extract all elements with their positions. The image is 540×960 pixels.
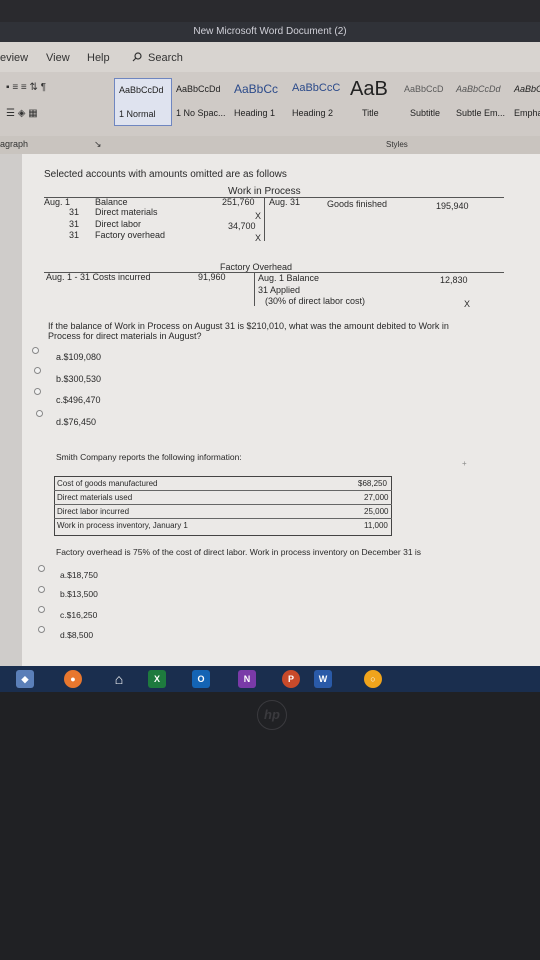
table-row-label: Cost of goods manufactured bbox=[57, 479, 158, 488]
onenote-icon[interactable]: N bbox=[238, 670, 256, 688]
wip-direct-labor: Direct labor bbox=[95, 219, 142, 229]
wip-goods-finished: Goods finished bbox=[327, 199, 388, 209]
style-subtitle[interactable]: AaBbCcD Subtitle bbox=[400, 78, 452, 124]
ribbon: ▪ ≡ ≡ ⇅ ¶ ☰ ◈ ▦ AaBbCcDd 1 Normal AaBbCc… bbox=[0, 72, 540, 136]
q1-text-line1: If the balance of Work in Process on Aug… bbox=[48, 321, 449, 331]
menu-bar: eview View Help Search bbox=[0, 42, 540, 72]
style-heading-1[interactable]: AaBbCc Heading 1 bbox=[230, 78, 288, 124]
q2-option-a[interactable]: a.$18,750 bbox=[60, 570, 98, 580]
table-row-label: Direct labor incurred bbox=[57, 507, 130, 516]
outlook-icon[interactable]: O bbox=[192, 670, 210, 688]
q1-option-d[interactable]: d.$76,450 bbox=[56, 417, 96, 427]
q1-radio-b[interactable] bbox=[34, 367, 41, 374]
menu-view[interactable]: View bbox=[46, 52, 70, 64]
wip-dm-amount: X bbox=[255, 211, 262, 221]
style-no-spacing[interactable]: AaBbCcDd 1 No Spac... bbox=[172, 78, 230, 124]
q2-text: Factory overhead is 75% of the cost of d… bbox=[56, 547, 422, 557]
document-page[interactable]: Selected accounts with amounts omitted a… bbox=[22, 154, 540, 666]
table-row-rule bbox=[54, 518, 392, 519]
q1-radio-c[interactable] bbox=[34, 388, 41, 395]
intro-text: Selected accounts with amounts omitted a… bbox=[44, 169, 287, 180]
window-title: New Microsoft Word Document (2) bbox=[0, 22, 540, 42]
word-icon[interactable]: W bbox=[314, 670, 332, 688]
wip-balance-amount: 251,760 bbox=[222, 197, 255, 207]
style-normal[interactable]: AaBbCcDd 1 Normal bbox=[114, 78, 172, 126]
wip-fo-amount: X bbox=[255, 233, 262, 243]
q1-radio-d[interactable] bbox=[36, 410, 43, 417]
table-row-rule bbox=[54, 504, 392, 505]
search-icon[interactable] bbox=[132, 52, 142, 65]
paragraph-tools: ▪ ≡ ≡ ⇅ ¶ ☰ ◈ ▦ bbox=[2, 78, 112, 128]
firefox-icon[interactable]: ● bbox=[64, 670, 82, 688]
q2-radio-c[interactable] bbox=[38, 606, 45, 613]
foh-applied-note: (30% of direct labor cost) bbox=[265, 296, 366, 306]
wip-date-31a: 31 bbox=[69, 207, 80, 217]
style-heading-2[interactable]: AaBbCcC Heading 2 bbox=[288, 78, 344, 124]
menu-help[interactable]: Help bbox=[87, 52, 110, 64]
menu-review[interactable]: eview bbox=[0, 52, 28, 64]
wip-date-31c: 31 bbox=[69, 230, 80, 240]
cursor-mark: + bbox=[462, 459, 467, 468]
q2-option-b[interactable]: b.$13,500 bbox=[60, 589, 98, 599]
q2-radio-a[interactable] bbox=[38, 565, 45, 572]
table-row-value: 27,000 bbox=[364, 493, 389, 502]
foh-applied-amount: X bbox=[464, 299, 471, 309]
q1-option-c[interactable]: c.$496,470 bbox=[56, 395, 101, 405]
wip-dl-amount: 34,700 bbox=[228, 221, 256, 231]
wip-date-aug1: Aug. 1 bbox=[44, 197, 71, 207]
align-icons[interactable]: ▪ ≡ ≡ ⇅ ¶ bbox=[6, 82, 46, 93]
shading-icons[interactable]: ☰ ◈ ▦ bbox=[6, 108, 38, 119]
foh-title: Factory Overhead bbox=[220, 262, 293, 272]
q2-option-c[interactable]: c.$16,250 bbox=[60, 610, 97, 620]
q2-radio-d[interactable] bbox=[38, 626, 45, 633]
q2-radio-b[interactable] bbox=[38, 586, 45, 593]
wip-goods-amount: 195,940 bbox=[436, 201, 469, 211]
monitor-bezel bbox=[0, 692, 540, 960]
q1-radio-a[interactable] bbox=[32, 347, 39, 354]
search-box[interactable]: Search bbox=[148, 52, 183, 64]
foh-balance-amount: 12,830 bbox=[440, 275, 468, 285]
wip-factory-overhead: Factory overhead bbox=[95, 230, 166, 240]
app-launcher-icon[interactable]: ◆ bbox=[16, 670, 34, 688]
wip-date-31b: 31 bbox=[69, 219, 80, 229]
wip-balance-label: Balance bbox=[95, 197, 128, 207]
table-row-value: 25,000 bbox=[364, 507, 389, 516]
document-area: Selected accounts with amounts omitted a… bbox=[0, 154, 540, 666]
style-subtle-emphasis[interactable]: AaBbCcDd Subtle Em... bbox=[452, 78, 510, 124]
foh-costs-incurred: Aug. 1 - 31 Costs incurred bbox=[46, 272, 151, 282]
q1-option-a[interactable]: a.$109,080 bbox=[56, 352, 101, 362]
foh-costs-amount: 91,960 bbox=[198, 272, 226, 282]
hp-logo: hp bbox=[257, 700, 287, 730]
foh-applied-label: 31 Applied bbox=[258, 285, 301, 295]
foh-balance-label: Aug. 1 Balance bbox=[258, 273, 320, 283]
wip-date-aug31: Aug. 31 bbox=[269, 197, 301, 207]
q2-option-d[interactable]: d.$8,500 bbox=[60, 630, 93, 640]
table-row-value: 11,000 bbox=[364, 521, 388, 530]
wip-direct-materials: Direct materials bbox=[95, 207, 158, 217]
powerpoint-icon[interactable]: P bbox=[282, 670, 300, 688]
ribbon-group-labels: agraph ↘ Styles bbox=[0, 136, 540, 154]
table-row-value: $68,250 bbox=[358, 479, 387, 488]
dialog-launcher-icon[interactable]: ↘ bbox=[94, 139, 102, 150]
group-paragraph: agraph bbox=[0, 139, 29, 149]
style-title[interactable]: AaB Title bbox=[344, 78, 400, 124]
taskbar: ◆ ● ⌂ X O N P W ○ bbox=[0, 666, 540, 692]
q1-option-b[interactable]: b.$300,530 bbox=[56, 374, 101, 384]
table-row-rule bbox=[54, 490, 392, 491]
q2-intro: Smith Company reports the following info… bbox=[56, 452, 242, 462]
chrome-icon[interactable]: ○ bbox=[364, 670, 382, 688]
foh-divider bbox=[254, 272, 255, 306]
excel-icon[interactable]: X bbox=[148, 670, 166, 688]
wip-divider bbox=[264, 197, 265, 241]
group-styles: Styles bbox=[386, 140, 408, 149]
style-emphasis[interactable]: AaBbC Empha bbox=[510, 78, 540, 124]
monitor-top-bezel bbox=[0, 0, 540, 22]
wip-title: Work in Process bbox=[228, 186, 301, 197]
table-row-label: Work in process inventory, January 1 bbox=[57, 521, 188, 530]
table-row-label: Direct materials used bbox=[57, 493, 133, 502]
home-icon[interactable]: ⌂ bbox=[110, 670, 128, 688]
q1-text-line2: Process for direct materials in August? bbox=[48, 331, 202, 341]
